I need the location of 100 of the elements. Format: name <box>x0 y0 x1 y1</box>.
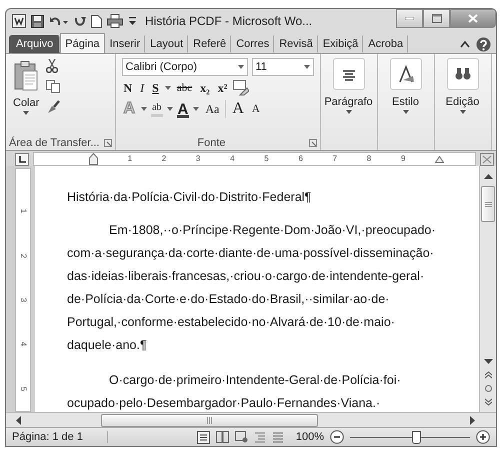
maximize-icon <box>432 14 442 23</box>
paragraph-text: História·da·Polícia·Civil·do·Distrito·Federal¶ <box>67 189 312 206</box>
help-icon[interactable] <box>476 36 491 52</box>
ruler-number: 5 <box>264 154 269 164</box>
zoom-level[interactable]: 100% <box>296 431 324 443</box>
clear-formatting-icon[interactable] <box>233 80 250 96</box>
scroll-left-icon[interactable] <box>16 416 22 424</box>
new-document-icon[interactable] <box>91 14 102 28</box>
vertical-scrollbar[interactable] <box>479 166 496 412</box>
dropdown-caret-icon <box>238 65 244 69</box>
dialog-launcher-icon[interactable] <box>308 139 316 147</box>
close-icon <box>468 14 478 23</box>
underline-button[interactable]: S <box>150 79 161 97</box>
previous-page-icon[interactable] <box>484 371 492 379</box>
paragraph-text: Em·1808,··o·Príncipe·Regente·Dom·João·VI,·preocupado· com·a·segurança·da·corte·diante·de·uma·possível·disseminação· das·ideias·liberais·francesas,·criou·o·cargo·de·intendente-geral· de·Polícia·da·Corte·e·do·Estado·do·Brasil,··similar·ao·de· Portugal,·conforme·estabelecido·no·Alvará·de·10·de·maio· daquele·ano.¶ <box>67 222 437 354</box>
paragraph-button[interactable]: Parágrafo <box>320 54 376 118</box>
styles-icon <box>396 63 414 85</box>
zoom-slider-thumb[interactable] <box>412 430 421 444</box>
ruler-number: 9 <box>400 154 406 164</box>
group-label: Área de Transfer... <box>9 137 100 149</box>
window-title: História PCDF - Microsoft Wo... <box>145 14 314 28</box>
horizontal-scrollbar[interactable] <box>6 412 496 427</box>
scroll-up-icon[interactable] <box>484 174 492 180</box>
caret-icon <box>346 110 352 114</box>
web-layout-icon[interactable] <box>234 431 248 443</box>
font-size-field[interactable]: 11 <box>252 58 314 76</box>
tab-selector[interactable] <box>15 152 29 166</box>
bold-button[interactable]: N <box>122 79 134 97</box>
ruler-number: 3 <box>196 154 200 164</box>
ribbon-tab[interactable]: Página <box>60 33 105 53</box>
styles-button[interactable]: Estilo <box>378 54 434 118</box>
browse-object-icon[interactable] <box>484 385 492 392</box>
print-icon[interactable] <box>107 14 123 28</box>
scroll-down-icon[interactable] <box>484 359 492 365</box>
customize-caret-icon[interactable] <box>128 15 137 27</box>
dropdown-caret-icon[interactable] <box>141 107 148 111</box>
grow-font-button[interactable]: A <box>225 100 246 118</box>
font-name-field[interactable]: Calibri (Corpo) <box>122 58 248 76</box>
superscript-button[interactable]: x² <box>216 79 230 97</box>
dropdown-caret-icon[interactable] <box>164 86 171 90</box>
outline-icon[interactable] <box>254 432 266 442</box>
ruler-number: 8 <box>366 154 372 164</box>
page-count[interactable]: Página: 1 de 1 <box>12 431 83 443</box>
ruler-number: 1 <box>128 154 132 164</box>
collapse-ribbon-icon[interactable] <box>460 40 470 48</box>
draft-icon[interactable] <box>272 432 284 442</box>
grip-icon <box>207 416 212 424</box>
reading-layout-icon[interactable] <box>216 431 229 443</box>
caret-icon <box>23 111 30 115</box>
dropdown-caret-icon[interactable] <box>193 107 200 111</box>
caret-icon <box>402 110 408 114</box>
indent-marker-icon[interactable] <box>435 156 444 162</box>
save-icon[interactable] <box>31 14 44 28</box>
next-page-icon[interactable] <box>484 398 492 406</box>
subscript-button[interactable]: x₂ <box>198 79 212 97</box>
caret-icon <box>460 110 466 114</box>
ruler-number: 4 <box>230 154 235 164</box>
strikethrough-button[interactable]: abc <box>174 79 194 97</box>
indent-marker-icon[interactable] <box>88 153 98 165</box>
ruler-number: 7 <box>332 154 338 164</box>
minimize-icon <box>405 17 414 20</box>
word-app-icon[interactable] <box>12 14 26 28</box>
print-layout-icon[interactable] <box>196 430 210 444</box>
ruler-number: 1 <box>19 208 27 214</box>
find-button[interactable]: Edição <box>434 54 490 118</box>
scissors-icon[interactable] <box>46 59 58 73</box>
scroll-thumb[interactable] <box>481 186 495 222</box>
ruler-number: 6 <box>298 154 303 164</box>
shrink-font-button[interactable]: A <box>250 100 262 118</box>
zoom-in-icon[interactable] <box>476 430 490 444</box>
redo-icon[interactable] <box>74 14 86 28</box>
minimize-button[interactable] <box>396 9 423 28</box>
ruler-number: 3 <box>19 298 27 302</box>
scroll-thumb[interactable] <box>101 414 318 426</box>
dialog-launcher-icon[interactable] <box>104 139 112 147</box>
zoom-out-icon[interactable] <box>330 430 344 444</box>
ruler-number: 4 <box>19 342 27 347</box>
view-ruler-icon[interactable] <box>480 152 494 166</box>
font-color-button[interactable]: A <box>176 100 190 118</box>
scroll-right-icon[interactable] <box>470 416 476 424</box>
ruler-number: 2 <box>19 253 27 258</box>
copy-icon[interactable] <box>46 80 60 93</box>
paragraph-text: O·cargo·de·primeiro·Intendente-Geral·de·Polícia·foi· ocupado·pelo·Desembargador·Paulo·Fernandes·Viana.· <box>67 372 402 412</box>
maximize-button[interactable] <box>423 9 450 28</box>
dropdown-caret-icon[interactable] <box>166 107 173 111</box>
change-case-button[interactable]: Aa <box>203 100 222 118</box>
group-label: Fonte <box>196 137 227 149</box>
highlight-button[interactable]: ab <box>151 102 163 116</box>
italic-button[interactable]: I <box>138 79 146 97</box>
clipboard-icon <box>14 61 38 91</box>
format-painter-icon[interactable] <box>46 100 60 114</box>
undo-icon[interactable] <box>49 14 69 28</box>
ruler-number: 2 <box>162 154 166 164</box>
paste-button[interactable]: Colar <box>10 57 42 133</box>
file-tab[interactable]: Arquivo <box>9 35 60 53</box>
close-button[interactable] <box>450 9 496 28</box>
tab-stop-icon <box>18 156 26 162</box>
grip-icon <box>484 202 492 206</box>
dropdown-caret-icon <box>304 65 310 69</box>
ruler-number: 5 <box>19 386 27 391</box>
